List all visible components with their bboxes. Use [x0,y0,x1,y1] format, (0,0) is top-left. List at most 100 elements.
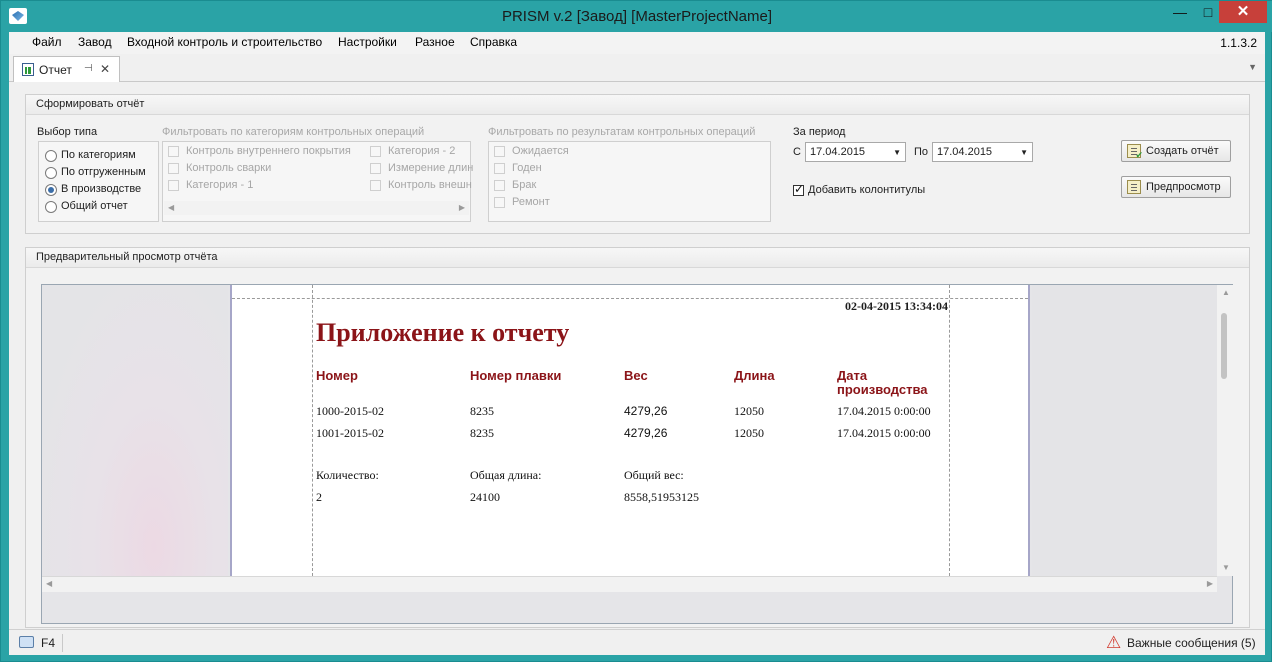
option-label[interactable]: По отгруженным [61,166,146,178]
chevron-down-icon[interactable]: ▼ [1020,148,1028,157]
preview-vscrollbar[interactable]: ▲ ▼ [1217,285,1233,576]
category-item[interactable]: Категория - 2 [388,145,455,157]
report-form-header: Сформировать отчёт [26,95,1249,115]
scroll-right-icon[interactable]: ▶ [1207,579,1213,588]
result-checkbox[interactable] [494,146,505,157]
option-label[interactable]: В производстве [61,183,141,195]
category-item[interactable]: Измерение длин [388,162,473,174]
date-from-value: 17.04.2015 [810,146,866,158]
preview-hscrollbar[interactable]: ◀ ▶ [42,576,1217,592]
table-cell: 17.04.2015 0:00:00 [837,404,931,418]
menu-settings[interactable]: Настройки [338,35,397,49]
category-checkbox[interactable] [370,180,381,191]
result-checkbox[interactable] [494,180,505,191]
category-item[interactable]: Контроль внешн [388,179,472,191]
menu-misc[interactable]: Разное [415,35,455,49]
categories-hscrollbar[interactable]: ◀ ▶ [164,201,469,215]
version-label: 1.1.3.2 [1220,36,1257,50]
menu-plant[interactable]: Завод [78,35,112,49]
option-label[interactable]: Общий отчет [61,200,128,212]
menu-help[interactable]: Справка [470,35,517,49]
preview-button[interactable]: Предпросмотр [1121,176,1231,198]
close-button[interactable]: ✕ [1219,1,1267,23]
headers-footers-label[interactable]: Добавить колонтитулы [808,184,925,196]
table-cell: 4279,26 [624,426,668,440]
result-checkbox[interactable] [494,197,505,208]
result-item[interactable]: Ремонт [512,196,550,208]
report-check-icon [1127,144,1143,161]
report-preview-icon [1127,180,1141,194]
result-checkbox[interactable] [494,163,505,174]
scroll-left-icon[interactable]: ◀ [168,203,174,212]
filter-categories-list: Контроль внутреннего покрытия Контроль с… [162,141,473,222]
summary-label: Общая длина: [470,468,542,482]
date-to-picker[interactable]: 17.04.2015 ▼ [932,142,1033,162]
scroll-thumb[interactable] [1221,313,1227,379]
pin-icon[interactable]: ⊣ [84,63,93,74]
app-window: PRISM v.2 [Завод] [MasterProjectName] — … [0,0,1272,662]
status-key[interactable]: F4 [41,636,55,650]
scroll-down-icon[interactable]: ▼ [1222,563,1230,572]
report-form-title: Сформировать отчёт [36,98,145,110]
create-report-button[interactable]: Создать отчёт [1121,140,1231,162]
margin-guide [312,285,313,576]
summary-value: 24100 [470,490,500,504]
radio-shipped[interactable] [45,167,57,179]
column-header: Номер [316,368,358,383]
radio-general[interactable] [45,201,57,213]
table-cell: 8235 [470,426,494,440]
date-from-picker[interactable]: 17.04.2015 ▼ [805,142,906,162]
column-header: Длина [734,368,775,383]
scroll-left-icon[interactable]: ◀ [46,579,52,588]
category-checkbox[interactable] [370,146,381,157]
headers-footers-checkbox[interactable] [793,182,804,196]
important-messages-link[interactable]: Важные сообщения (5) [1127,636,1256,650]
chevron-down-icon[interactable]: ▼ [893,148,901,157]
scroll-up-icon[interactable]: ▲ [1222,288,1230,297]
preview-title: Предварительный просмотр отчёта [36,251,218,263]
message-icon[interactable] [19,636,34,648]
menu-incoming-control[interactable]: Входной контроль и строительство [127,35,322,49]
column-header: Вес [624,368,648,383]
minimize-button[interactable]: — [1165,1,1195,23]
category-checkbox[interactable] [370,163,381,174]
summary-label: Количество: [316,468,379,482]
period-to-label: По [914,146,929,158]
column-header: Номер плавки [470,368,562,383]
category-item[interactable]: Категория - 1 [186,179,253,191]
table-cell: 8235 [470,404,494,418]
table-cell: 17.04.2015 0:00:00 [837,426,931,440]
table-cell: 1000-2015-02 [316,404,384,418]
category-checkbox[interactable] [168,146,179,157]
category-checkbox[interactable] [168,163,179,174]
radio-by-category[interactable] [45,150,57,162]
tab-report-label: Отчет [39,63,72,77]
result-item[interactable]: Ожидается [512,145,569,157]
scroll-right-icon[interactable]: ▶ [459,203,465,212]
title-bar[interactable]: PRISM v.2 [Завод] [MasterProjectName] — … [1,1,1272,32]
summary-value: 2 [316,490,322,504]
report-datetime: 02-04-2015 13:34:04 [845,299,948,313]
warning-icon[interactable]: ⚠ [1106,633,1121,653]
category-item[interactable]: Контроль внутреннего покрытия [186,145,351,157]
report-preview-viewport[interactable]: 02-04-2015 13:34:04 Приложение к отчету … [41,284,1233,624]
preview-background [42,285,228,576]
create-report-label: Создать отчёт [1146,145,1219,157]
column-header: Дата производства [837,368,928,397]
menu-file[interactable]: Файл [32,35,62,49]
status-bar: F4 ⚠ Важные сообщения (5) [9,629,1265,655]
result-item[interactable]: Годен [512,162,542,174]
category-checkbox[interactable] [168,180,179,191]
result-item[interactable]: Брак [512,179,536,191]
option-label[interactable]: По категориям [61,149,136,161]
tab-report[interactable]: Отчет ⊣ ✕ [13,56,120,82]
tab-close-icon[interactable]: ✕ [100,62,110,76]
filter-categories-label: Фильтровать по категориям контрольных оп… [162,126,425,138]
report-page: 02-04-2015 13:34:04 Приложение к отчету … [230,285,1030,576]
radio-in-production[interactable] [45,184,57,196]
report-chart-icon [22,63,34,76]
category-item[interactable]: Контроль сварки [186,162,271,174]
tab-list-chevron-icon[interactable]: ▼ [1248,62,1257,72]
summary-label: Общий вес: [624,468,684,482]
period-from-label: С [793,146,801,158]
